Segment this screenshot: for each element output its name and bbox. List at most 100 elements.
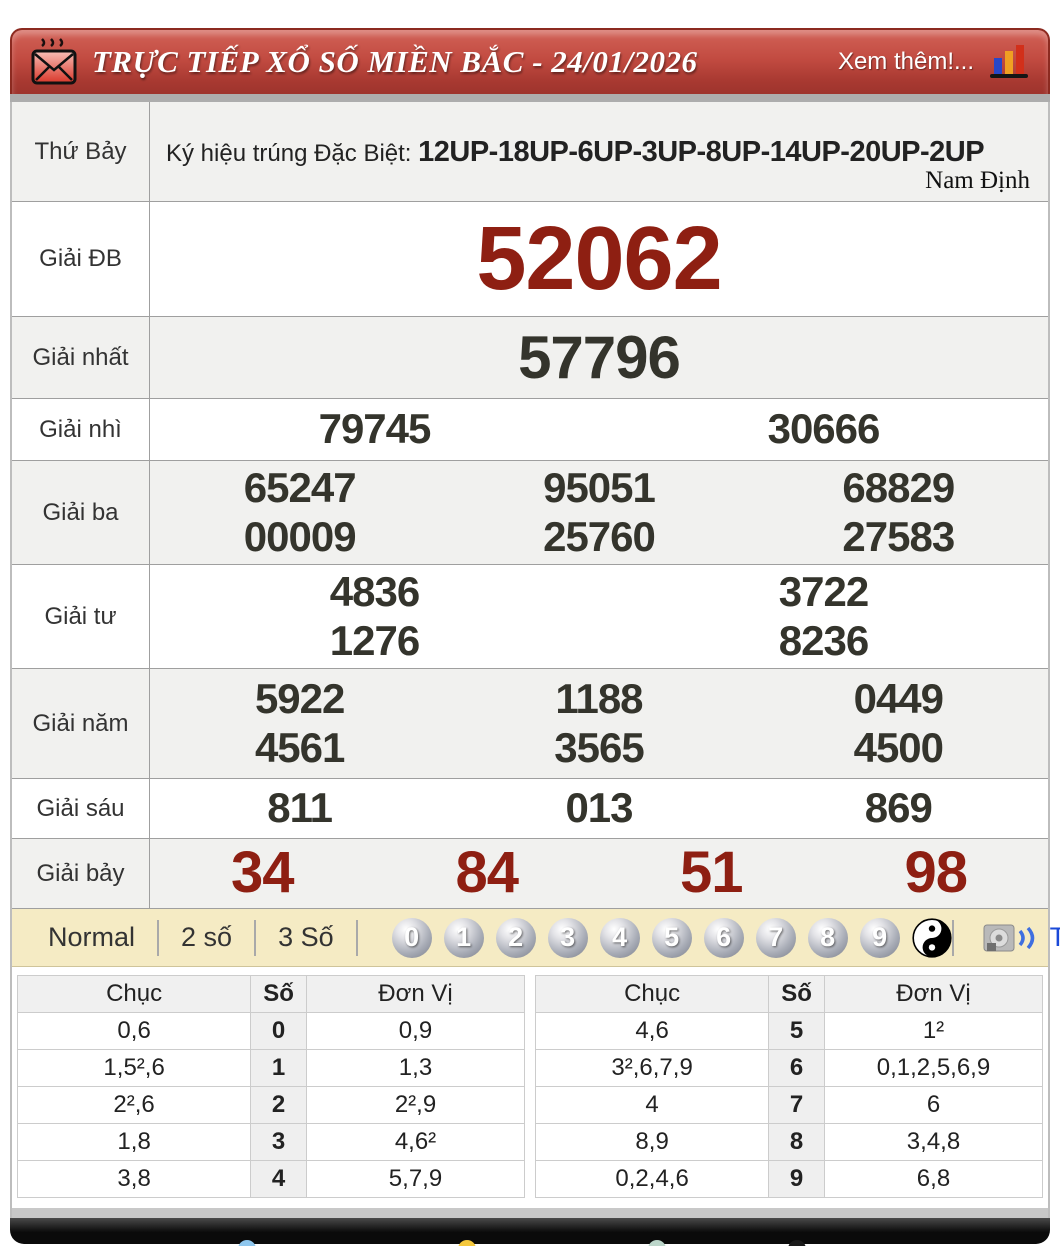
chuc-cell: 3²,6,7,9 bbox=[534, 1049, 770, 1087]
col-header-chuc: Chục bbox=[16, 975, 252, 1013]
table-row: 0,6 0 0,9 bbox=[16, 1012, 526, 1050]
prize-row-4: Giải tư 4836 3722 1276 8236 bbox=[12, 565, 1048, 669]
digit-ball-4[interactable]: 4 bbox=[599, 917, 640, 958]
prize-row-7: Giải bảy 34 84 51 98 bbox=[12, 839, 1048, 909]
footer-separator bbox=[10, 1208, 1050, 1218]
table-row: 4 7 6 bbox=[534, 1086, 1044, 1124]
prize-label: Giải nhì bbox=[12, 399, 150, 460]
special-sign-label: Ký hiệu trúng Đặc Biệt: bbox=[166, 140, 419, 168]
chuc-cell: 2²,6 bbox=[16, 1086, 252, 1124]
so-cell: 2 bbox=[250, 1086, 307, 1124]
prize-number: 1188 bbox=[555, 675, 643, 723]
table-row: 3²,6,7,9 6 0,1,2,5,6,9 bbox=[534, 1049, 1044, 1087]
province-name: Nam Định bbox=[925, 167, 1030, 194]
prize-number: 0449 bbox=[853, 675, 944, 723]
so-cell: 1 bbox=[250, 1049, 307, 1087]
special-sign-value: 12UP-18UP-6UP-3UP-8UP-14UP-20UP-2UP bbox=[418, 136, 985, 169]
prize-number: 8236 bbox=[778, 616, 869, 664]
prize-number: 3722 bbox=[778, 568, 869, 616]
so-cell: 8 bbox=[768, 1123, 825, 1161]
chuc-cell: 4 bbox=[534, 1086, 770, 1124]
table-row: 4,6 5 1² bbox=[534, 1012, 1044, 1050]
mode-3so-button[interactable]: 3 Số bbox=[256, 922, 356, 953]
digit-ball-0[interactable]: 0 bbox=[391, 917, 432, 958]
table-row: 8,9 8 3,4,8 bbox=[534, 1123, 1044, 1161]
digit-summary-section: Chục Số Đơn Vị 0,6 0 0,9 1,5²,6 1 1,3 2²… bbox=[12, 967, 1048, 1208]
table-row: 2²,6 2 2²,9 bbox=[16, 1086, 526, 1124]
lottery-results-page: TRỰC TIẾP XỔ SỐ MIỀN BẮC - 24/01/2026 Xe… bbox=[0, 0, 1060, 1246]
donvi-cell: 6 bbox=[823, 1086, 1044, 1124]
chuc-cell: 1,5²,6 bbox=[16, 1049, 252, 1087]
yin-yang-icon[interactable] bbox=[912, 917, 952, 958]
prize-number: 98 bbox=[904, 840, 968, 906]
prize-number: 4561 bbox=[254, 723, 345, 771]
prize-number: 68829 bbox=[842, 464, 955, 512]
digit-ball-2[interactable]: 2 bbox=[495, 917, 536, 958]
prize-number: 84 bbox=[455, 840, 519, 906]
table-row: 0,2,4,6 9 6,8 bbox=[534, 1160, 1044, 1198]
widget-footer-bar bbox=[10, 1218, 1050, 1244]
prize-number: 869 bbox=[864, 784, 933, 832]
donvi-cell: 6,8 bbox=[823, 1160, 1044, 1198]
digit-ball-6[interactable]: 6 bbox=[703, 917, 744, 958]
prize-row-3: Giải ba 65247 95051 68829 00009 25760 27… bbox=[12, 461, 1048, 565]
prize-number: 79745 bbox=[318, 405, 432, 453]
divider bbox=[355, 919, 358, 956]
table-row: 1,8 3 4,6² bbox=[16, 1123, 526, 1161]
donvi-cell: 4,6² bbox=[305, 1123, 526, 1161]
digit-ball-1[interactable]: 1 bbox=[443, 917, 484, 958]
digit-ball-7[interactable]: 7 bbox=[755, 917, 796, 958]
bar-chart-icon[interactable] bbox=[986, 42, 1030, 82]
prize-label: Giải năm bbox=[12, 669, 150, 778]
prize-number: 65247 bbox=[243, 464, 357, 512]
page-title: TRỰC TIẾP XỔ SỐ MIỀN BẮC - 24/01/2026 bbox=[92, 44, 698, 79]
prize-number: 52062 bbox=[476, 208, 722, 309]
chuc-cell: 0,2,4,6 bbox=[534, 1160, 770, 1198]
prize-label: Giải bảy bbox=[12, 839, 150, 908]
digit-ball-8[interactable]: 8 bbox=[807, 917, 848, 958]
so-cell: 3 bbox=[250, 1123, 307, 1161]
sound-control[interactable]: Tắt âm bbox=[951, 919, 1060, 956]
chuc-cell: 3,8 bbox=[16, 1160, 252, 1198]
draw-day-label: Thứ Bảy bbox=[12, 102, 150, 201]
filter-toolbar: Normal 2 số 3 Số 0 1 2 3 4 5 6 7 8 9 T bbox=[12, 909, 1060, 967]
widget-body: Thứ Bảy Ký hiệu trúng Đặc Biệt: 12UP-18U… bbox=[10, 102, 1060, 1208]
see-more-link[interactable]: Xem thêm!... bbox=[838, 48, 974, 76]
prize-label: Giải tư bbox=[12, 565, 150, 668]
prize-number: 1276 bbox=[329, 616, 420, 664]
so-cell: 0 bbox=[250, 1012, 307, 1050]
prize-number: 4836 bbox=[329, 568, 420, 616]
chuc-cell: 4,6 bbox=[534, 1012, 770, 1050]
table-header-row: Chục Số Đơn Vị bbox=[534, 975, 1044, 1013]
donvi-cell: 1,3 bbox=[305, 1049, 526, 1087]
donvi-cell: 5,7,9 bbox=[305, 1160, 526, 1198]
so-cell: 4 bbox=[250, 1160, 307, 1198]
donvi-cell: 0,9 bbox=[305, 1012, 526, 1050]
digit-table-right: Chục Số Đơn Vị 4,6 5 1² 3²,6,7,9 6 0,1,2… bbox=[534, 975, 1044, 1198]
digit-ball-9[interactable]: 9 bbox=[859, 917, 900, 958]
mode-2so-button[interactable]: 2 số bbox=[159, 922, 254, 953]
so-cell: 5 bbox=[768, 1012, 825, 1050]
digit-ball-3[interactable]: 3 bbox=[547, 917, 588, 958]
donvi-cell: 2²,9 bbox=[305, 1086, 526, 1124]
prize-number: 3565 bbox=[554, 723, 644, 771]
mute-button[interactable]: Tắt âm bbox=[1050, 922, 1060, 953]
so-cell: 9 bbox=[768, 1160, 825, 1198]
prize-number: 57796 bbox=[518, 324, 681, 391]
prize-row-2: Giải nhì 79745 30666 bbox=[12, 399, 1048, 461]
digit-ball-row: 0 1 2 3 4 5 6 7 8 9 bbox=[391, 917, 952, 958]
prize-number: 27583 bbox=[842, 512, 955, 560]
prize-label: Giải ba bbox=[12, 461, 150, 564]
prize-number: 4500 bbox=[853, 723, 944, 771]
prize-number: 5922 bbox=[254, 675, 345, 723]
lottery-widget: TRỰC TIẾP XỔ SỐ MIỀN BẮC - 24/01/2026 Xe… bbox=[10, 28, 1060, 1244]
so-cell: 6 bbox=[768, 1049, 825, 1087]
digit-ball-5[interactable]: 5 bbox=[651, 917, 692, 958]
mode-normal-button[interactable]: Normal bbox=[26, 922, 157, 953]
table-header-row: Chục Số Đơn Vị bbox=[16, 975, 526, 1013]
prize-row-db: Giải ĐB 52062 bbox=[12, 202, 1048, 317]
speaker-icon[interactable] bbox=[982, 921, 1040, 955]
so-cell: 7 bbox=[768, 1086, 825, 1124]
col-header-donvi: Đơn Vị bbox=[823, 975, 1044, 1013]
header-separator bbox=[10, 94, 1050, 102]
